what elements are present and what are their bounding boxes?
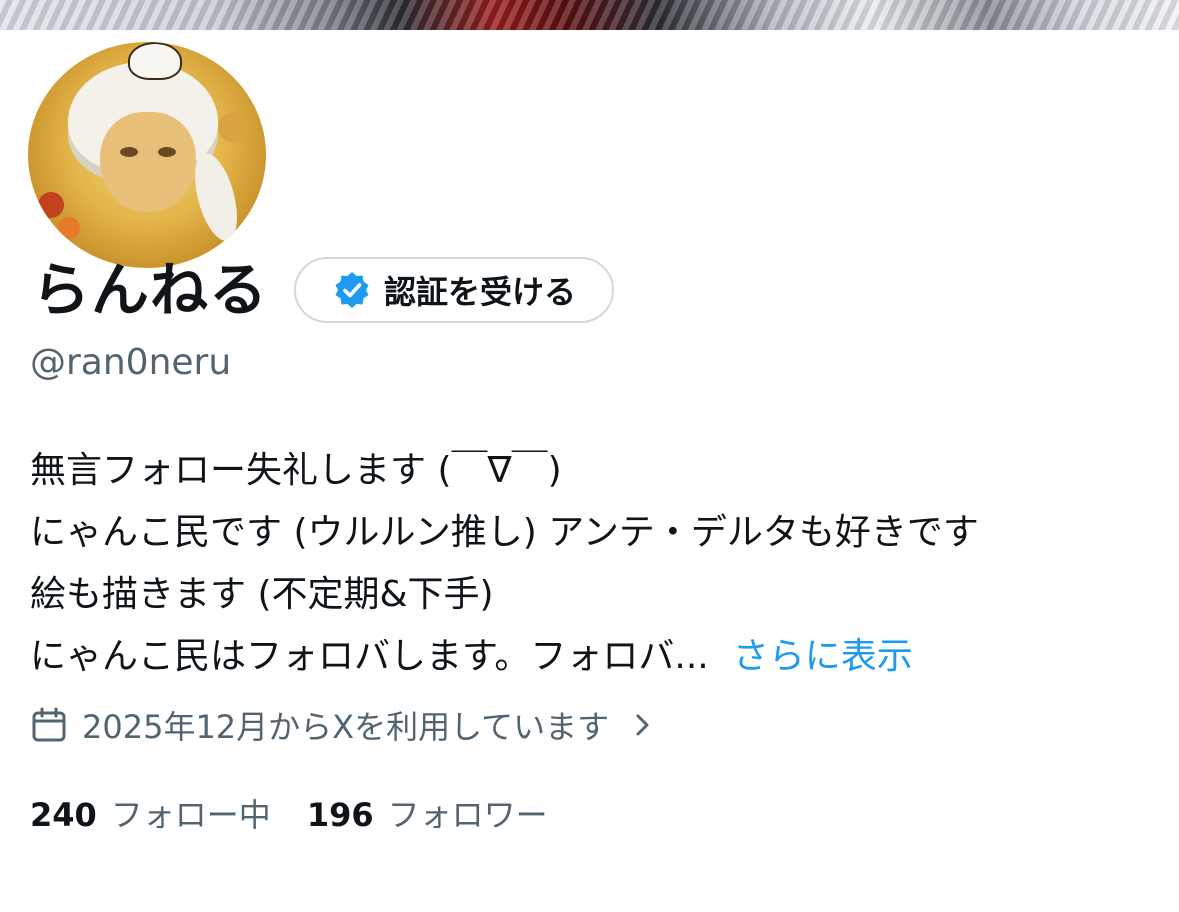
bio-line: にゃんこ民です (ウルルン推し) アンテ・デルタも好きです (30, 512, 979, 553)
name-row: らんねる 認証を受ける (32, 255, 615, 325)
joined-date-text: 2025年12月からXを利用しています (82, 708, 610, 746)
display-name: らんねる (32, 256, 269, 324)
avatar-eye (120, 147, 138, 157)
followers-link[interactable]: 196 フォロワー (307, 790, 548, 836)
profile-bio: 無言フォロー失礼します (￣∇￣) にゃんこ民です (ウルルン推し) アンテ・デ… (30, 440, 1160, 688)
chevron-right-icon (636, 714, 649, 736)
username-handle: @ran0neru (30, 342, 232, 383)
avatar-feather (186, 148, 246, 246)
bio-line-text: にゃんこ民はフォロバします。フォロバ... (30, 636, 709, 677)
following-link[interactable]: 240 フォロー中 (30, 790, 271, 836)
verified-badge-icon (335, 272, 369, 308)
profile-banner[interactable] (0, 0, 1179, 30)
get-verified-button[interactable]: 認証を受ける (294, 257, 615, 323)
banner-image (0, 0, 1179, 30)
joined-date-row[interactable]: 2025年12月からXを利用しています (30, 700, 655, 750)
bio-line: 無言フォロー失礼します (￣∇￣) (30, 450, 562, 491)
followers-label: フォロワー (387, 796, 548, 834)
avatar-skull-ornament (128, 42, 182, 80)
profile-page: らんねる 認証を受ける @ran0neru 無言フォロー失礼します (￣∇￣) … (0, 0, 1179, 912)
avatar-bead (58, 217, 80, 239)
avatar-eye (158, 147, 176, 157)
avatar[interactable] (18, 34, 276, 272)
show-more-link[interactable]: さらに表示 (733, 636, 913, 677)
following-count: 240 (30, 796, 97, 834)
avatar-bead (38, 192, 64, 218)
calendar-icon (32, 707, 66, 742)
get-verified-label: 認証を受ける (384, 273, 577, 311)
follow-stats: 240 フォロー中 196 フォロワー (30, 790, 584, 836)
avatar-ornament (218, 112, 248, 142)
bio-line-last: にゃんこ民はフォロバします。フォロバ... さらに表示 (30, 626, 1160, 688)
followers-count: 196 (306, 796, 374, 834)
avatar-image (28, 42, 266, 268)
bio-line: 絵も描きます (不定期&下手) (30, 574, 494, 615)
avatar-face (100, 112, 196, 212)
following-label: フォロー中 (110, 796, 271, 834)
